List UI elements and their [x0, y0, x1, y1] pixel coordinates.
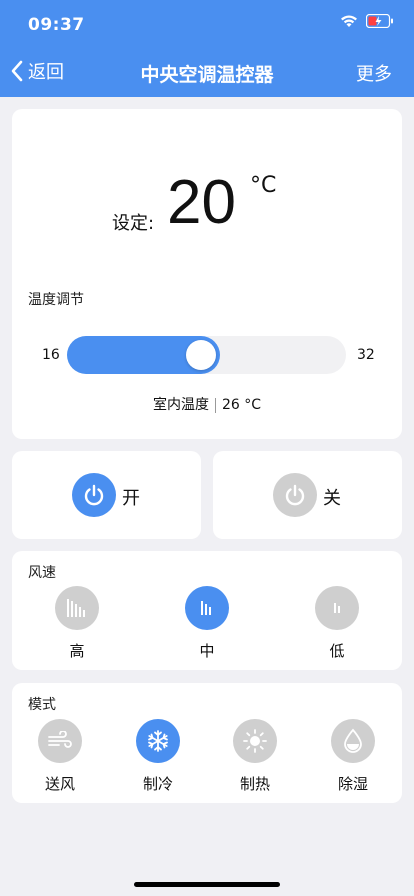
fan-high-circle — [55, 586, 99, 630]
fan-medium-circle — [185, 586, 229, 630]
droplet-icon — [344, 728, 362, 753]
fan-medium-option[interactable]: 中 — [177, 586, 237, 661]
power-off-circle — [273, 473, 317, 517]
mode-fan-label: 送风 — [44, 775, 75, 793]
indoor-temperature-value: 26 — [221, 397, 240, 413]
fan-speed-title: 风速 — [28, 565, 56, 581]
slider-max-label: 32 — [357, 347, 375, 363]
mode-cool-circle — [136, 719, 180, 763]
power-on-circle — [72, 473, 116, 517]
power-off-button[interactable]: 关 — [213, 451, 402, 539]
home-indicator[interactable] — [134, 882, 280, 887]
status-icons — [340, 14, 394, 28]
power-on-button[interactable]: 开 — [12, 451, 201, 539]
more-button[interactable]: 更多 — [356, 60, 392, 86]
snowflake-icon — [148, 730, 168, 752]
mode-heat-label: 制热 — [239, 775, 270, 793]
fan-high-icon — [67, 599, 85, 617]
indoor-temperature-label: 室内温度 — [152, 397, 209, 413]
fan-low-icon — [334, 603, 340, 613]
mode-cool-option[interactable]: 制冷 — [128, 719, 188, 794]
fan-low-label: 低 — [329, 642, 345, 660]
power-icon — [285, 484, 305, 506]
mode-cool-label: 制冷 — [142, 775, 173, 793]
status-time: 09:37 — [28, 15, 85, 35]
power-on-label: 开 — [122, 488, 140, 509]
mode-heat-circle — [233, 719, 277, 763]
temperature-slider[interactable] — [67, 336, 346, 374]
sun-icon — [243, 729, 267, 753]
power-off-label: 关 — [323, 488, 341, 509]
fan-low-circle — [315, 586, 359, 630]
top-bar: 09:37 返回 中央空调温控器 更多 — [0, 0, 414, 97]
mode-heat-option[interactable]: 制热 — [225, 719, 285, 794]
fan-medium-icon — [201, 601, 211, 615]
fan-speed-card: 风速 高 中 低 — [12, 551, 402, 670]
mode-fan-option[interactable]: 送风 — [30, 719, 90, 794]
nav-bar: 返回 中央空调温控器 更多 — [0, 54, 414, 94]
mode-dry-label: 除湿 — [337, 775, 368, 793]
fan-high-label: 高 — [69, 642, 85, 660]
wifi-icon — [341, 15, 357, 27]
mode-dry-circle — [331, 719, 375, 763]
fan-high-option[interactable]: 高 — [47, 586, 107, 661]
wind-icon — [48, 731, 72, 748]
power-icon — [84, 484, 104, 506]
indoor-temperature: 室内温度 26 °C — [12, 394, 402, 414]
mode-dry-option[interactable]: 除湿 — [323, 719, 383, 794]
slider-min-label: 16 — [42, 347, 60, 363]
temperature-card: 设定: 20 °C 温度调节 16 32 室内温度 26 °C — [12, 109, 402, 439]
mode-fan-circle — [38, 719, 82, 763]
mode-card: 模式 送风 制冷 制热 除湿 — [12, 683, 402, 803]
page-title: 中央空调温控器 — [140, 64, 274, 86]
battery-icon — [366, 14, 393, 28]
divider — [214, 397, 216, 413]
set-temperature-unit: °C — [250, 173, 277, 198]
fan-medium-label: 中 — [199, 642, 215, 660]
mode-title: 模式 — [28, 697, 56, 713]
temperature-adjust-label: 温度调节 — [28, 292, 84, 308]
fan-low-option[interactable]: 低 — [307, 586, 367, 661]
set-temperature-value: 20 — [167, 168, 236, 237]
set-label: 设定: — [112, 213, 155, 234]
indoor-temperature-unit: °C — [244, 397, 262, 413]
